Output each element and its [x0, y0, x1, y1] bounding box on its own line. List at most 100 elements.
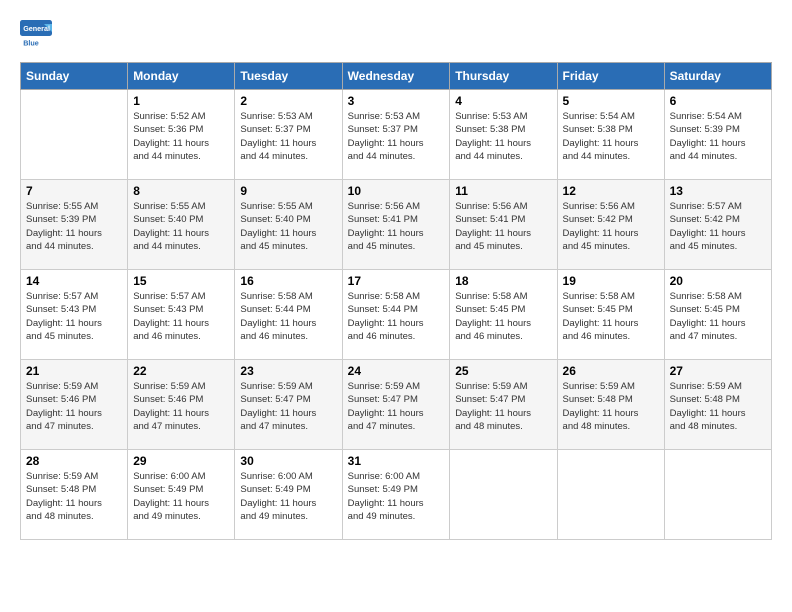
calendar-cell: 13 Sunrise: 5:57 AM Sunset: 5:42 PM Dayli… — [664, 180, 771, 270]
days-header-row: SundayMondayTuesdayWednesdayThursdayFrid… — [21, 63, 772, 90]
calendar-cell: 21Sunrise: 5:59 AM Sunset: 5:46 PM Dayli… — [21, 360, 128, 450]
day-info: Sunrise: 5:59 AM Sunset: 5:47 PM Dayligh… — [455, 380, 551, 433]
calendar-cell: 22Sunrise: 5:59 AM Sunset: 5:46 PM Dayli… — [128, 360, 235, 450]
calendar-cell — [450, 450, 557, 540]
day-info: Sunrise: 5:57 AM Sunset: 5:43 PM Dayligh… — [133, 290, 229, 343]
day-info: Sunrise: 5:54 AM Sunset: 5:38 PM Dayligh… — [563, 110, 659, 163]
day-number: 31 — [348, 454, 445, 468]
day-info: Sunrise: 5:55 AM Sunset: 5:39 PM Dayligh… — [26, 200, 122, 253]
logo-icon: General Blue — [20, 20, 52, 52]
day-info: Sunrise: 5:54 AM Sunset: 5:39 PM Dayligh… — [670, 110, 766, 163]
day-info: Sunrise: 6:00 AM Sunset: 5:49 PM Dayligh… — [240, 470, 336, 523]
day-number: 24 — [348, 364, 445, 378]
calendar-cell: 5 Sunrise: 5:54 AM Sunset: 5:38 PM Daylig… — [557, 90, 664, 180]
day-info: Sunrise: 5:53 AM Sunset: 5:37 PM Dayligh… — [240, 110, 336, 163]
calendar-cell: 26 Sunrise: 5:59 AM Sunset: 5:48 PM Dayli… — [557, 360, 664, 450]
day-info: Sunrise: 6:00 AM Sunset: 5:49 PM Dayligh… — [133, 470, 229, 523]
calendar-cell: 8 Sunrise: 5:55 AM Sunset: 5:40 PM Daylig… — [128, 180, 235, 270]
day-info: Sunrise: 5:55 AM Sunset: 5:40 PM Dayligh… — [133, 200, 229, 253]
day-info: Sunrise: 5:57 AM Sunset: 5:42 PM Dayligh… — [670, 200, 766, 253]
day-number: 18 — [455, 274, 551, 288]
day-number: 15 — [133, 274, 229, 288]
day-info: Sunrise: 5:58 AM Sunset: 5:45 PM Dayligh… — [455, 290, 551, 343]
calendar-cell: 6 Sunrise: 5:54 AM Sunset: 5:39 PM Daylig… — [664, 90, 771, 180]
day-info: Sunrise: 5:59 AM Sunset: 5:47 PM Dayligh… — [348, 380, 445, 433]
day-number: 6 — [670, 94, 766, 108]
day-number: 25 — [455, 364, 551, 378]
day-info: Sunrise: 5:55 AM Sunset: 5:40 PM Dayligh… — [240, 200, 336, 253]
day-number: 27 — [670, 364, 766, 378]
calendar-cell: 9 Sunrise: 5:55 AM Sunset: 5:40 PM Daylig… — [235, 180, 342, 270]
calendar-cell: 16 Sunrise: 5:58 AM Sunset: 5:44 PM Dayli… — [235, 270, 342, 360]
calendar-cell: 31 Sunrise: 6:00 AM Sunset: 5:49 PM Dayli… — [342, 450, 450, 540]
day-info: Sunrise: 5:59 AM Sunset: 5:46 PM Dayligh… — [26, 380, 122, 433]
day-number: 13 — [670, 184, 766, 198]
day-header-saturday: Saturday — [664, 63, 771, 90]
day-number: 9 — [240, 184, 336, 198]
calendar-cell: 4 Sunrise: 5:53 AM Sunset: 5:38 PM Daylig… — [450, 90, 557, 180]
day-header-tuesday: Tuesday — [235, 63, 342, 90]
day-info: Sunrise: 5:58 AM Sunset: 5:44 PM Dayligh… — [240, 290, 336, 343]
calendar-cell: 29 Sunrise: 6:00 AM Sunset: 5:49 PM Dayli… — [128, 450, 235, 540]
calendar-cell: 27 Sunrise: 5:59 AM Sunset: 5:48 PM Dayli… — [664, 360, 771, 450]
day-number: 3 — [348, 94, 445, 108]
day-info: Sunrise: 5:58 AM Sunset: 5:45 PM Dayligh… — [670, 290, 766, 343]
day-number: 10 — [348, 184, 445, 198]
day-info: Sunrise: 5:59 AM Sunset: 5:48 PM Dayligh… — [670, 380, 766, 433]
calendar-cell: 24 Sunrise: 5:59 AM Sunset: 5:47 PM Dayli… — [342, 360, 450, 450]
day-number: 23 — [240, 364, 336, 378]
week-row-1: 1 Sunrise: 5:52 AM Sunset: 5:36 PM Daylig… — [21, 90, 772, 180]
day-header-sunday: Sunday — [21, 63, 128, 90]
day-number: 1 — [133, 94, 229, 108]
calendar-cell: 7 Sunrise: 5:55 AM Sunset: 5:39 PM Daylig… — [21, 180, 128, 270]
calendar-cell — [21, 90, 128, 180]
calendar-cell: 23Sunrise: 5:59 AM Sunset: 5:47 PM Dayli… — [235, 360, 342, 450]
day-number: 19 — [563, 274, 659, 288]
day-header-wednesday: Wednesday — [342, 63, 450, 90]
day-header-friday: Friday — [557, 63, 664, 90]
calendar-cell: 14 Sunrise: 5:57 AM Sunset: 5:43 PM Dayli… — [21, 270, 128, 360]
week-row-4: 21Sunrise: 5:59 AM Sunset: 5:46 PM Dayli… — [21, 360, 772, 450]
day-number: 16 — [240, 274, 336, 288]
day-info: Sunrise: 5:53 AM Sunset: 5:37 PM Dayligh… — [348, 110, 445, 163]
day-number: 20 — [670, 274, 766, 288]
calendar-cell: 2 Sunrise: 5:53 AM Sunset: 5:37 PM Daylig… — [235, 90, 342, 180]
calendar-table: SundayMondayTuesdayWednesdayThursdayFrid… — [20, 62, 772, 540]
day-info: Sunrise: 5:57 AM Sunset: 5:43 PM Dayligh… — [26, 290, 122, 343]
week-row-2: 7 Sunrise: 5:55 AM Sunset: 5:39 PM Daylig… — [21, 180, 772, 270]
day-number: 8 — [133, 184, 229, 198]
day-number: 5 — [563, 94, 659, 108]
day-number: 17 — [348, 274, 445, 288]
calendar-cell: 15 Sunrise: 5:57 AM Sunset: 5:43 PM Dayli… — [128, 270, 235, 360]
calendar-cell: 3 Sunrise: 5:53 AM Sunset: 5:37 PM Daylig… — [342, 90, 450, 180]
svg-text:General: General — [23, 24, 50, 33]
day-number: 28 — [26, 454, 122, 468]
day-header-monday: Monday — [128, 63, 235, 90]
calendar-cell: 17 Sunrise: 5:58 AM Sunset: 5:44 PM Dayli… — [342, 270, 450, 360]
day-info: Sunrise: 5:53 AM Sunset: 5:38 PM Dayligh… — [455, 110, 551, 163]
day-number: 4 — [455, 94, 551, 108]
day-info: Sunrise: 5:59 AM Sunset: 5:48 PM Dayligh… — [563, 380, 659, 433]
day-info: Sunrise: 6:00 AM Sunset: 5:49 PM Dayligh… — [348, 470, 445, 523]
calendar-cell: 20 Sunrise: 5:58 AM Sunset: 5:45 PM Dayli… — [664, 270, 771, 360]
calendar-cell: 25 Sunrise: 5:59 AM Sunset: 5:47 PM Dayli… — [450, 360, 557, 450]
calendar-cell — [557, 450, 664, 540]
day-info: Sunrise: 5:58 AM Sunset: 5:44 PM Dayligh… — [348, 290, 445, 343]
day-info: Sunrise: 5:56 AM Sunset: 5:41 PM Dayligh… — [455, 200, 551, 253]
day-number: 29 — [133, 454, 229, 468]
calendar-cell: 10Sunrise: 5:56 AM Sunset: 5:41 PM Dayli… — [342, 180, 450, 270]
day-info: Sunrise: 5:59 AM Sunset: 5:48 PM Dayligh… — [26, 470, 122, 523]
calendar-cell: 30Sunrise: 6:00 AM Sunset: 5:49 PM Dayli… — [235, 450, 342, 540]
day-number: 22 — [133, 364, 229, 378]
calendar-cell: 11 Sunrise: 5:56 AM Sunset: 5:41 PM Dayli… — [450, 180, 557, 270]
day-number: 11 — [455, 184, 551, 198]
day-number: 14 — [26, 274, 122, 288]
calendar-cell: 28 Sunrise: 5:59 AM Sunset: 5:48 PM Dayli… — [21, 450, 128, 540]
week-row-5: 28 Sunrise: 5:59 AM Sunset: 5:48 PM Dayli… — [21, 450, 772, 540]
day-number: 2 — [240, 94, 336, 108]
page-header: General Blue — [20, 20, 772, 52]
day-number: 26 — [563, 364, 659, 378]
calendar-cell: 12Sunrise: 5:56 AM Sunset: 5:42 PM Dayli… — [557, 180, 664, 270]
day-info: Sunrise: 5:52 AM Sunset: 5:36 PM Dayligh… — [133, 110, 229, 163]
day-number: 7 — [26, 184, 122, 198]
